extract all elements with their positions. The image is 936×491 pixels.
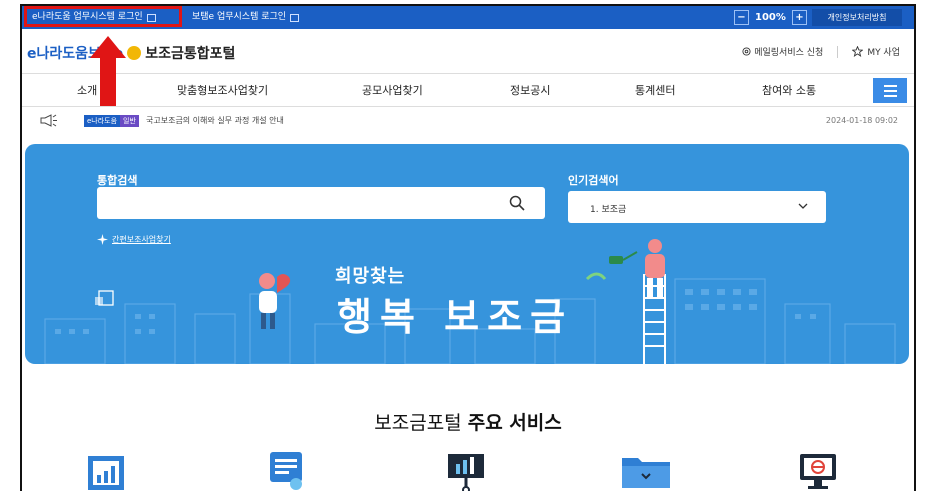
header-links: 메일링서비스 신청 MY 사업 [742,45,900,58]
nav-item-custom-search[interactable]: 맞춤형보조사업찾기 [177,82,268,98]
man-watering-illustration [585,239,665,298]
hero-slogan: 행복 보조금 [337,295,574,339]
site-header: e나라도움보탬e보조금통합포털 메일링서비스 신청 MY 사업 [22,29,914,74]
menu-button[interactable] [873,78,907,103]
zoom-level: 100% [755,12,786,23]
hero-slogan-sub: 희망찾는 [335,266,406,287]
star-icon [852,46,864,57]
nav-item-participation[interactable]: 참여와 소통 [762,82,816,98]
nav-item-statistics[interactable]: 통계센터 [635,82,675,98]
notice-link[interactable]: 국고보조금의 이해와 실무 과정 개설 안내 [146,115,284,126]
external-link-icon [290,13,300,22]
megaphone-icon [40,114,57,127]
search-icon[interactable] [509,195,525,211]
notice-source-badge: e나라도움 [84,115,121,127]
zoom-control: − 100% + [734,10,807,25]
chevron-down-icon [798,203,808,209]
at-sign-icon [742,47,751,56]
search-input[interactable] [97,187,545,219]
main-nav: 소개 맞춤형보조사업찾기 공모사업찾기 정보공시 통계센터 참여와 소통 [22,73,914,107]
presentation-service-icon[interactable] [446,450,486,491]
mailing-service-label: 메일링서비스 신청 [754,48,824,58]
bar-chart-service-icon[interactable] [86,450,126,491]
logo-title: 보조금통합포털 [145,46,236,62]
services-heading-light: 보조금포털 [374,412,462,434]
bojo-login-label: 보탬e 업무시스템 로그인 [192,12,287,22]
zoom-out-button[interactable]: − [734,10,749,25]
hero-banner: 통합검색 인기검색어 1. 보조금 간편보조사업찾기 희망찾는 행복 보조금 [25,144,909,364]
services-heading-bold: 주요 서비스 [467,412,562,434]
bojo-login-link[interactable]: 보탬e 업무시스템 로그인 [192,11,300,24]
popular-search-value: 1. 보조금 [590,205,627,215]
sparkle-cursor-icon [97,234,108,245]
my-business-label: MY 사업 [867,48,900,58]
nav-item-disclosure[interactable]: 정보공시 [510,82,550,98]
my-business-link[interactable]: MY 사업 [852,45,900,58]
logo-mark-icon [127,46,142,60]
browser-viewport: e나라도움 업무시스템 로그인 보탬e 업무시스템 로그인 − 100% + 개… [20,4,916,491]
blocked-monitor-service-icon[interactable] [798,450,838,491]
popular-search-select[interactable]: 1. 보조금 [568,191,826,223]
mailing-service-link[interactable]: 메일링서비스 신청 [742,45,823,58]
services-heading: 보조금포털 주요 서비스 [22,408,914,435]
popular-search-label: 인기검색어 [568,174,619,187]
notice-date: 2024-01-18 09:02 [825,116,898,125]
red-arrow-annotation [90,36,126,106]
search-label: 통합검색 [97,174,138,187]
utility-bar: e나라도움 업무시스템 로그인 보탬e 업무시스템 로그인 − 100% + 개… [22,6,914,29]
cube-decoration-icon [95,290,114,306]
notice-bar: e나라도움 일반 국고보조금의 이해와 실무 과정 개설 안내 2024-01-… [22,106,914,136]
notice-type-badge: 일반 [120,115,139,127]
nav-item-public-offer[interactable]: 공모사업찾기 [362,82,423,98]
privacy-policy-link[interactable]: 개인정보처리방침 [812,9,902,26]
quick-search-label: 간편보조사업찾기 [112,235,171,244]
divider [837,45,839,58]
woman-with-heart-illustration [259,273,291,329]
folder-download-service-icon[interactable] [620,450,672,491]
site-logo[interactable]: e나라도움보탬e보조금통합포털 [27,43,235,63]
zoom-in-button[interactable]: + [791,10,807,25]
quick-search-link[interactable]: 간편보조사업찾기 [97,234,171,245]
certificate-service-icon[interactable] [266,450,306,491]
logo-enara: e나라도움 [27,46,89,62]
highlight-box [24,6,182,27]
